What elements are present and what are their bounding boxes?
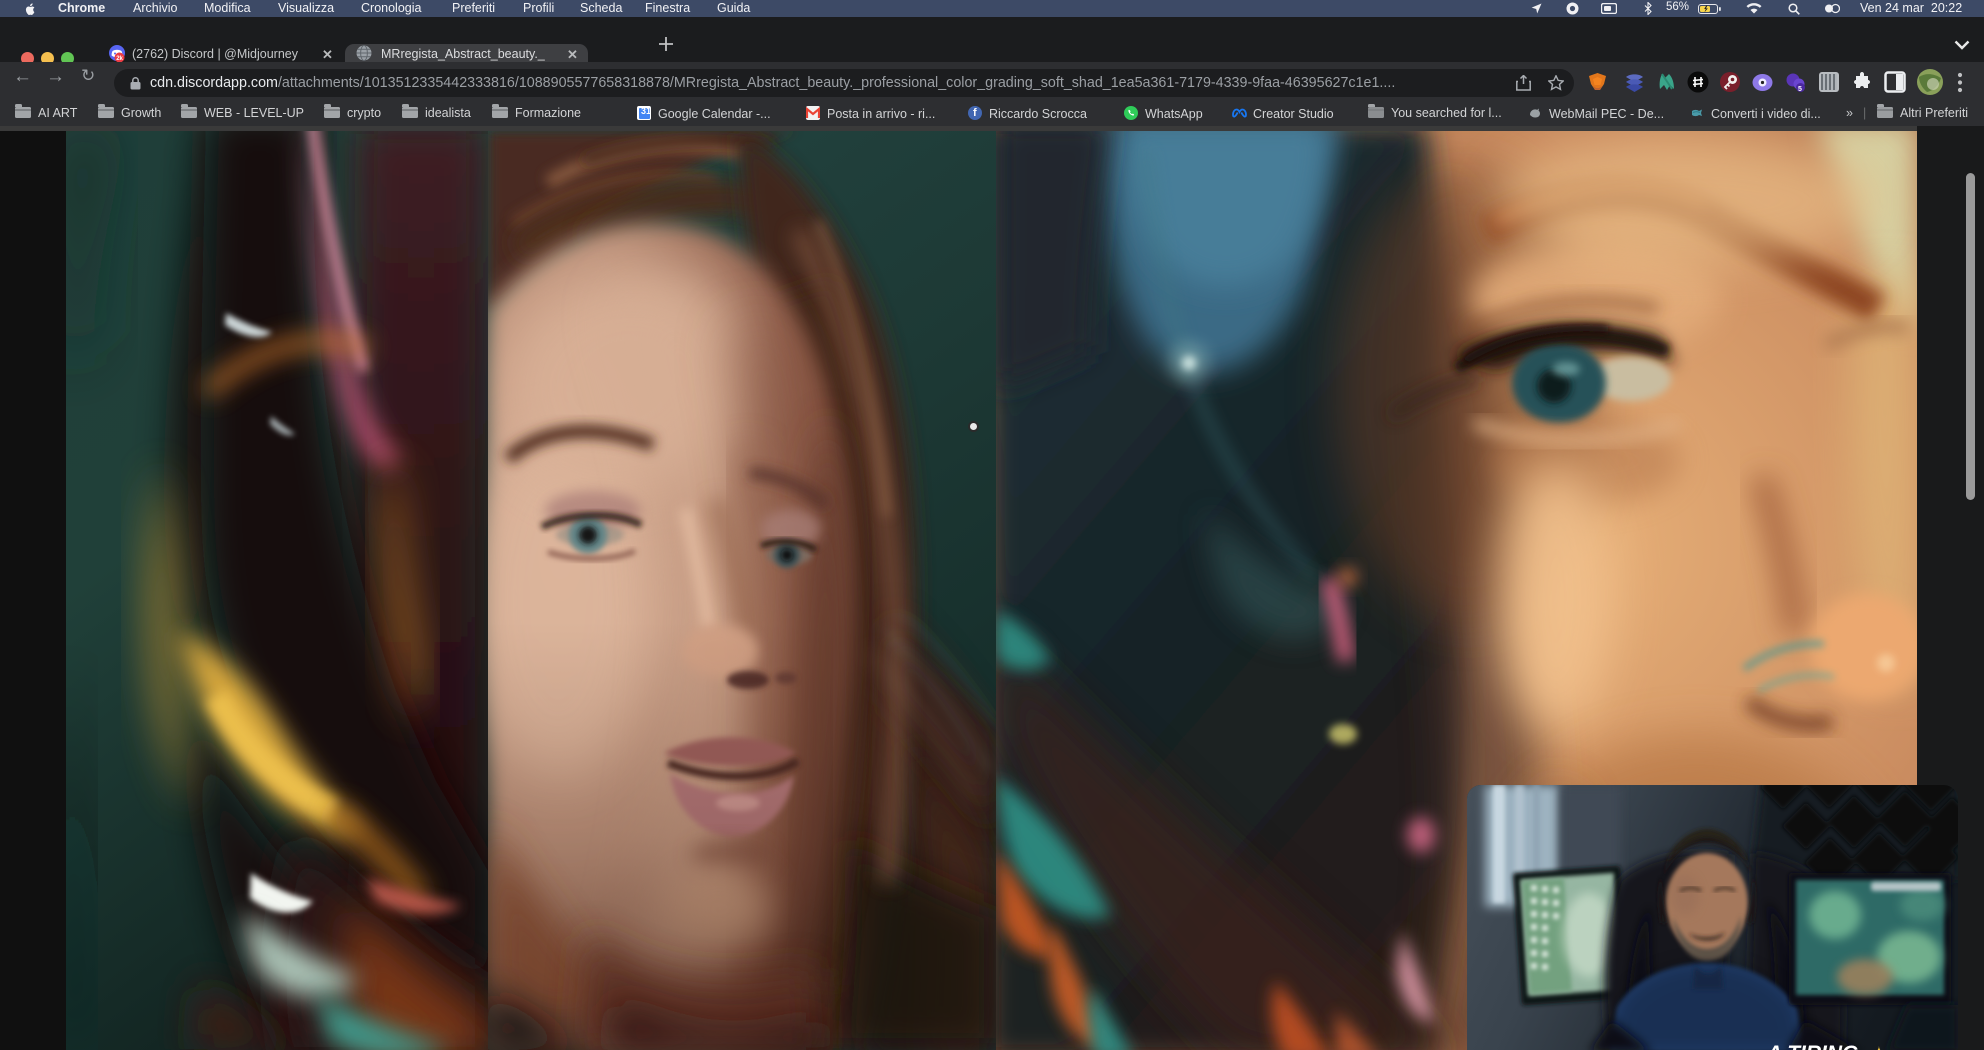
svg-text:A TIRING: A TIRING — [1766, 1042, 1858, 1050]
svg-text:2k: 2k — [116, 56, 123, 62]
svg-text:5: 5 — [1798, 86, 1802, 93]
svg-text:✦: ✦ — [1871, 1044, 1887, 1050]
